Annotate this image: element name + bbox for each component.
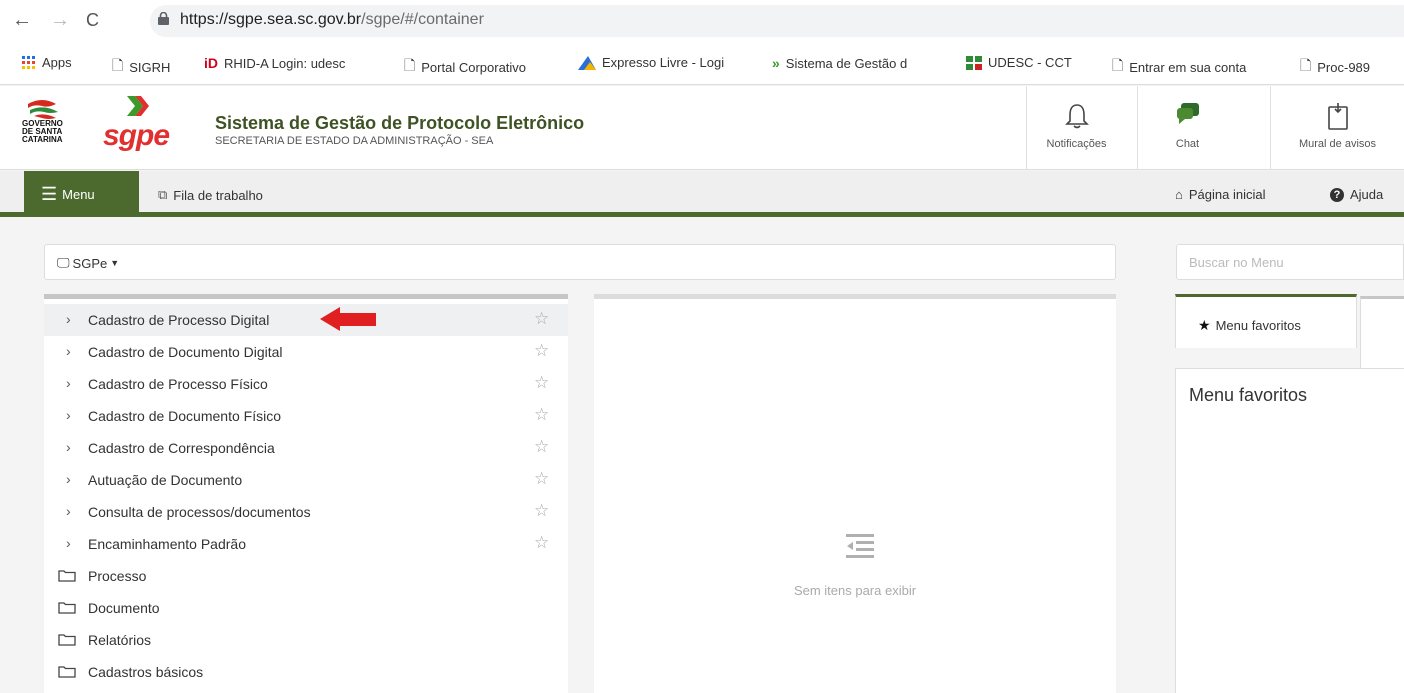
menu-search[interactable] xyxy=(1176,244,1404,280)
notice-board-button[interactable]: Mural de avisos xyxy=(1270,86,1404,170)
sgpe-chevron-icon xyxy=(127,96,149,116)
hamburger-icon: ☰ xyxy=(41,184,58,204)
monitor-icon: 🖵 xyxy=(57,255,70,270)
bookmark-expresso[interactable]: Expresso Livre - Logi xyxy=(578,55,724,70)
forward-arrow-icon[interactable]: → xyxy=(50,9,70,32)
chevron-right-icon: › xyxy=(66,311,71,327)
sgpe-chevron-icon: » xyxy=(772,55,780,71)
help-link[interactable]: ? Ajuda xyxy=(1330,187,1383,202)
home-link[interactable]: ⌂ Página inicial xyxy=(1175,187,1265,202)
menu-item[interactable]: › Autuação de Documento ☆ xyxy=(44,464,568,496)
chevron-right-icon: › xyxy=(66,375,71,391)
bookmark-sistema-gestao[interactable]: » Sistema de Gestão d xyxy=(772,55,907,71)
menu-folder[interactable]: Cadastros básicos xyxy=(44,656,568,688)
star-outline-icon[interactable]: ☆ xyxy=(534,501,549,521)
details-panel: Sem itens para exibir xyxy=(594,294,1116,693)
star-outline-icon[interactable]: ☆ xyxy=(534,437,549,457)
folder-icon xyxy=(58,602,76,614)
chevron-right-icon: › xyxy=(66,439,71,455)
chevron-right-icon: › xyxy=(66,407,71,423)
udesc-icon xyxy=(966,55,982,70)
star-outline-icon[interactable]: ☆ xyxy=(534,533,549,553)
star-outline-icon[interactable]: ☆ xyxy=(534,309,549,329)
url-text[interactable]: https://sgpe.sea.sc.gov.br/sgpe/#/contai… xyxy=(180,11,484,29)
notifications-button[interactable]: Notificações xyxy=(1026,86,1126,170)
menu-item[interactable]: › Cadastro de Processo Físico ☆ xyxy=(44,368,568,400)
menu-item[interactable]: › Cadastro de Documento Digital ☆ xyxy=(44,336,568,368)
favorites-title: Menu favoritos xyxy=(1189,385,1308,405)
star-outline-icon[interactable]: ☆ xyxy=(534,469,549,489)
menu-item[interactable]: › Consulta de processos/documentos ☆ xyxy=(44,496,568,528)
star-outline-icon[interactable]: ☆ xyxy=(534,341,549,361)
reload-icon[interactable]: C xyxy=(86,10,99,31)
bookmark-rhid[interactable]: iD RHID-A Login: udesc xyxy=(204,55,345,71)
caret-down-icon: ▼ xyxy=(110,258,120,268)
menu-folder[interactable]: Relatórios xyxy=(44,624,568,656)
menu-folder[interactable]: Documento xyxy=(44,592,568,624)
chevron-right-icon: › xyxy=(66,471,71,487)
work-queue-link[interactable]: ⧉ Fila de trabalho xyxy=(158,187,263,203)
app-subtitle: SECRETARIA DE ESTADO DA ADMINISTRAÇÃO - … xyxy=(215,135,494,147)
bookmark-sigrh[interactable]: 🗋 SIGRH xyxy=(112,55,170,79)
bell-icon xyxy=(1064,104,1089,129)
menu-list-panel: › Cadastro de Processo Digital ☆ › Cadas… xyxy=(44,294,568,693)
chevron-right-icon: › xyxy=(66,535,71,551)
lock-icon xyxy=(158,12,169,25)
question-circle-icon: ? xyxy=(1330,187,1344,202)
menu-item[interactable]: › Cadastro de Documento Físico ☆ xyxy=(44,400,568,432)
chevron-right-icon: › xyxy=(66,503,71,519)
star-outline-icon[interactable]: ☆ xyxy=(534,405,549,425)
menu-search-input[interactable] xyxy=(1177,245,1404,279)
page-icon: 🗋 xyxy=(404,57,416,73)
sgpe-logo: sgpe xyxy=(103,119,170,152)
menu-button[interactable]: ☰ Menu xyxy=(24,171,139,217)
bookmark-proc[interactable]: 🗋 Proc-989 xyxy=(1300,55,1370,79)
menu-item[interactable]: › Encaminhamento Padrão ☆ xyxy=(44,528,568,560)
back-arrow-icon[interactable]: ← xyxy=(12,9,32,32)
menu-folder[interactable]: Processo xyxy=(44,560,568,592)
favorites-panel: Menu favoritos xyxy=(1175,368,1404,693)
app-header: GOVERNO DE SANTA CATARINA sgpe Sistema d… xyxy=(0,86,1404,170)
page-icon: 🗋 xyxy=(1112,57,1124,73)
star-outline-icon[interactable]: ☆ xyxy=(534,373,549,393)
home-icon: ⌂ xyxy=(1175,187,1183,202)
tab-favorites[interactable]: ★ Menu favoritos xyxy=(1175,294,1357,348)
empty-state-text: Sem itens para exibir xyxy=(793,583,917,598)
red-arrow-annotation xyxy=(320,307,376,331)
gov-logo-text: GOVERNO DE SANTA CATARINA xyxy=(22,119,63,144)
bookmark-portal[interactable]: 🗋 Portal Corporativo xyxy=(404,55,526,79)
tab-secondary[interactable] xyxy=(1360,296,1404,368)
expresso-icon xyxy=(578,55,596,70)
page-icon: 🗋 xyxy=(112,57,124,73)
list-outdent-icon xyxy=(846,534,874,558)
star-filled-icon: ★ xyxy=(1198,317,1211,333)
page-icon: 🗋 xyxy=(1300,57,1312,73)
apps-grid-icon xyxy=(22,55,35,69)
chat-icon xyxy=(1176,103,1199,124)
folder-icon xyxy=(58,570,76,582)
browser-address-row: ← → C https://sgpe.sea.sc.gov.br/sgpe/#/… xyxy=(0,0,1404,43)
system-selector[interactable]: 🖵 SGPe ▼ xyxy=(44,244,1116,280)
bookmark-udesc[interactable]: UDESC - CCT xyxy=(966,55,1072,70)
bookmark-apps[interactable]: Apps xyxy=(22,55,72,70)
id-logo-icon: iD xyxy=(204,55,218,71)
chat-button[interactable]: Chat xyxy=(1137,86,1237,170)
menu-item[interactable]: › Cadastro de Correspondência ☆ xyxy=(44,432,568,464)
folder-icon xyxy=(58,666,76,678)
chevron-right-icon: › xyxy=(66,343,71,359)
bookmark-entrar[interactable]: 🗋 Entrar em sua conta xyxy=(1112,55,1246,79)
app-title: Sistema de Gestão de Protocolo Eletrônic… xyxy=(215,113,585,133)
copy-icon: ⧉ xyxy=(158,187,168,202)
notice-board-icon xyxy=(1327,103,1348,130)
folder-icon xyxy=(58,634,76,646)
main-navbar: ☰ Menu ⧉ Fila de trabalho ⌂ Página inici… xyxy=(0,171,1404,217)
menu-item[interactable]: › Cadastro de Processo Digital ☆ xyxy=(44,304,568,336)
bookmarks-bar: Apps 🗋 SIGRH iD RHID-A Login: udesc 🗋 Po… xyxy=(0,43,1404,85)
